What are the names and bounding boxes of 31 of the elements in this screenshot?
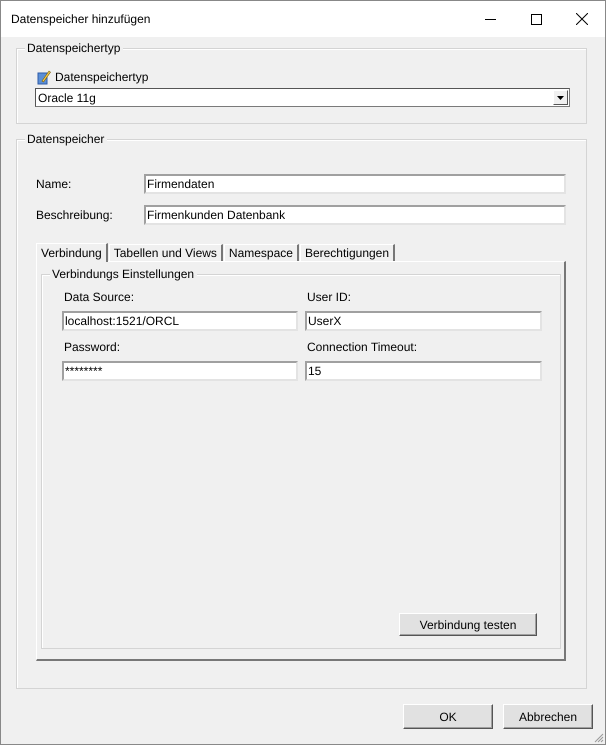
window-title: Datenspeicher hinzufügen <box>11 12 152 26</box>
group-title: Datenspeicher <box>25 132 108 147</box>
caret-icon <box>557 96 564 100</box>
group-title: Datenspeichertyp <box>25 41 124 56</box>
resize-grip-icon[interactable] <box>594 733 604 743</box>
input-field[interactable]: ******** <box>62 361 298 381</box>
type-dropdown[interactable]: Oracle 11g <box>35 88 570 107</box>
tab[interactable]: Verbindung <box>36 243 108 262</box>
edit-icon <box>37 70 51 84</box>
minimize-icon <box>484 18 496 20</box>
test-connection-button[interactable]: Verbindung testen <box>399 613 537 636</box>
field-label: Password: <box>63 340 122 355</box>
field-label: Beschreibung: <box>36 208 114 222</box>
field-label: Data Source: <box>63 290 136 305</box>
maximize-icon <box>530 14 542 24</box>
field-label: Name: <box>36 176 72 190</box>
field-label: User ID: <box>306 290 352 305</box>
group-title: Verbindungs Einstellungen <box>50 267 198 282</box>
tab[interactable]: Berechtigungen <box>300 244 396 261</box>
dialog-button[interactable]: Abbrechen <box>503 704 593 729</box>
field-label: Datenspeichertyp <box>55 70 148 84</box>
tab[interactable]: Namespace <box>224 244 299 261</box>
input-field[interactable]: 15 <box>305 361 542 381</box>
field-label: Connection Timeout: <box>306 340 418 355</box>
close-icon <box>576 13 588 25</box>
input-field[interactable]: Firmenkunden Datenbank <box>144 204 566 224</box>
input-field[interactable]: localhost:1521/ORCL <box>62 311 298 331</box>
input-field[interactable]: Firmendaten <box>144 174 566 194</box>
dialog-button[interactable]: OK <box>403 704 493 729</box>
input-field[interactable]: UserX <box>305 311 542 331</box>
tab[interactable]: Tabellen und Views <box>108 244 223 261</box>
